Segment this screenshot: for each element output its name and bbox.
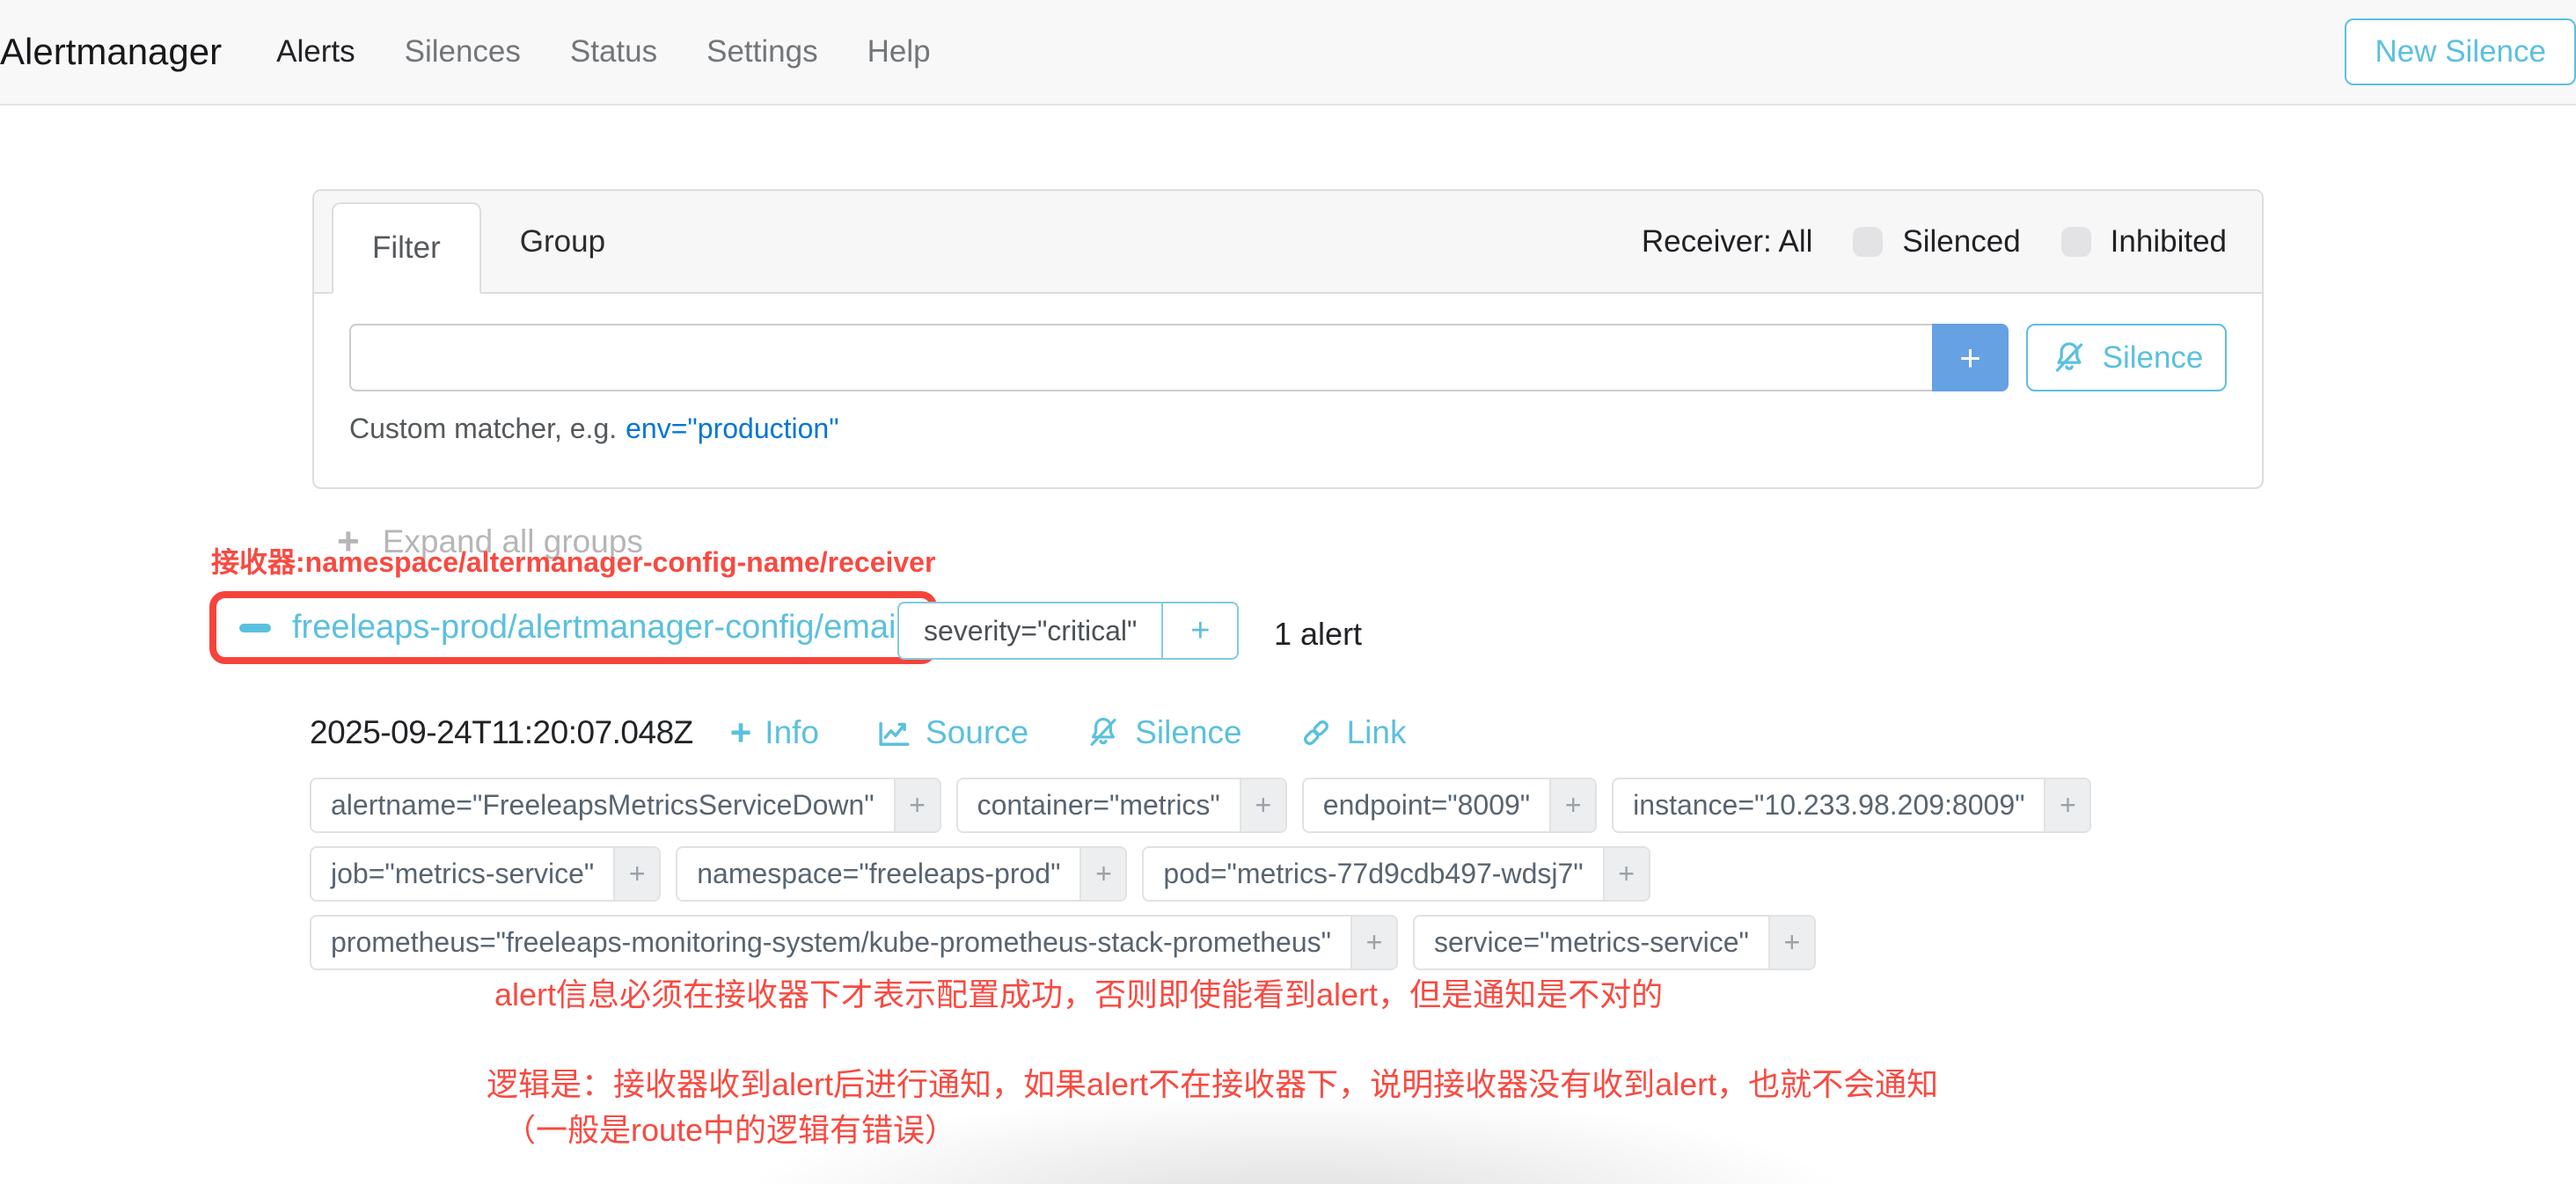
receiver-dropdown[interactable]: Receiver: All [1642,224,1813,259]
filter-card: Filter Group Receiver: All Silenced Inhi… [312,189,2264,489]
label-chip-add-button[interactable]: + [1768,917,1814,968]
inhibited-checkbox[interactable] [2061,227,2091,257]
annotation-alert-note: alert信息必须在接收器下才表示配置成功，否则即使能看到alert，但是通知是… [494,969,1663,1015]
label-chip-add-button[interactable]: + [2044,779,2089,831]
top-navbar: Alertmanager Alerts Silences Status Sett… [0,0,2576,106]
silence-action[interactable]: Silence [1085,714,1241,751]
filter-card-header: Filter Group Receiver: All Silenced Inhi… [314,191,2262,294]
alert-labels: alertname="FreeleapsMetricsServiceDown" … [310,778,2091,983]
receiver-group-button[interactable]: freeleaps-prod/alertmanager-config/email [216,598,930,657]
label-chip-text[interactable]: service="metrics-service" [1415,917,1768,968]
label-chip-add-button[interactable]: + [1549,779,1595,831]
label-chip-add-button[interactable]: + [894,779,940,831]
label-chip-prometheus: prometheus="freeleaps-monitoring-system/… [310,915,1398,970]
annotation-receiver-note: 接收器:namespace/altermanager-config-name/r… [211,540,935,581]
label-chip-text[interactable]: instance="10.233.98.209:8009" [1614,779,2044,831]
label-chip-text[interactable]: container="metrics" [958,779,1240,831]
label-chip-text[interactable]: alertname="FreeleapsMetricsServiceDown" [311,779,894,831]
label-chip-service: service="metrics-service" + [1413,915,1816,970]
nav-item-alerts[interactable]: Alerts [276,34,355,69]
silence-filter-button[interactable]: Silence [2026,324,2227,391]
nav-item-status[interactable]: Status [570,34,657,69]
label-chip-alertname: alertname="FreeleapsMetricsServiceDown" … [310,778,941,833]
info-action[interactable]: + Info [730,714,819,751]
matcher-input[interactable] [349,324,1932,391]
nav-item-silences[interactable]: Silences [405,34,521,69]
filter-tabs: Filter Group [332,191,644,292]
bell-slash-icon [1085,714,1122,751]
nav-item-help[interactable]: Help [867,34,931,69]
filter-card-body: + Silence Custom matcher, e.g.env="produ… [314,294,2262,487]
label-chip-container: container="metrics" + [956,778,1287,833]
bell-slash-icon [2050,339,2089,377]
group-matcher-label[interactable]: severity="critical" [899,603,1161,658]
app-brand[interactable]: Alertmanager [0,31,222,73]
screenshot-shadow [545,1096,2041,1184]
group-matcher-add-button[interactable]: + [1161,603,1237,658]
inhibited-label: Inhibited [2111,224,2227,259]
alert-count: 1 alert [1274,616,1362,653]
inhibited-checkbox-group[interactable]: Inhibited [2061,224,2227,259]
plus-icon: + [730,714,752,751]
new-silence-button[interactable]: New Silence [2345,18,2576,85]
annotation-highlight-box: freeleaps-prod/alertmanager-config/email [209,591,937,664]
add-matcher-button[interactable]: + [1932,324,2009,391]
label-chip-instance: instance="10.233.98.209:8009" + [1612,778,2091,833]
label-chip-pod: pod="metrics-77d9cdb497-wdsj7" + [1142,846,1650,902]
label-chip-namespace: namespace="freeleaps-prod" + [676,846,1127,902]
group-matcher-chip: severity="critical" + [897,602,1239,660]
label-chip-endpoint: endpoint="8009" + [1302,778,1597,833]
label-chip-add-button[interactable]: + [1350,917,1396,968]
label-chip-add-button[interactable]: + [613,848,659,900]
silenced-checkbox-group[interactable]: Silenced [1853,224,2020,259]
label-chip-add-button[interactable]: + [1240,779,1285,831]
silenced-label: Silenced [1902,224,2020,259]
source-action[interactable]: Source [875,714,1028,751]
silenced-checkbox[interactable] [1853,227,1883,257]
label-chip-text[interactable]: pod="metrics-77d9cdb497-wdsj7" [1144,848,1602,900]
minus-icon [239,624,271,632]
tab-filter[interactable]: Filter [332,202,481,294]
line-chart-icon [875,714,912,751]
label-chip-job: job="metrics-service" + [310,846,661,902]
label-chip-text[interactable]: endpoint="8009" [1304,779,1549,831]
tab-group[interactable]: Group [481,191,644,292]
label-chip-text[interactable]: namespace="freeleaps-prod" [677,848,1079,900]
label-chip-add-button[interactable]: + [1603,848,1649,900]
alert-timestamp: 2025-09-24T11:20:07.048Z [310,714,693,751]
nav-item-settings[interactable]: Settings [706,34,817,69]
label-chip-add-button[interactable]: + [1079,848,1125,900]
label-chip-text[interactable]: prometheus="freeleaps-monitoring-system/… [311,917,1350,968]
link-icon [1299,715,1334,750]
matcher-hint: Custom matcher, e.g.env="production" [349,413,2227,445]
link-action[interactable]: Link [1299,714,1407,751]
label-chip-text[interactable]: job="metrics-service" [311,848,613,900]
alert-meta-row: 2025-09-24T11:20:07.048Z + Info Source S… [310,714,1463,751]
matcher-example-link[interactable]: env="production" [626,413,838,444]
